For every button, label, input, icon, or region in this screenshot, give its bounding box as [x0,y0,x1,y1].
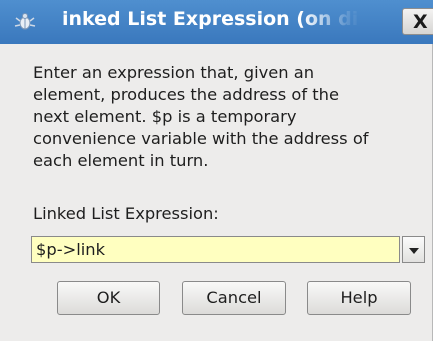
expression-label: Linked List Expression: [33,204,219,223]
instruction-line: element, produces the address of the [33,85,340,104]
expression-input[interactable] [31,236,400,263]
cancel-button[interactable]: Cancel [182,281,286,315]
instruction-line: convenience variable with the address of [33,129,369,148]
window-title: inked List Expression (on di [62,8,359,30]
linked-list-expression-dialog: inked List Expression (on di X Enter an … [0,0,433,341]
title-bar[interactable]: inked List Expression (on di X [0,0,433,44]
instruction-text: Enter an expression that, given an eleme… [33,62,423,172]
expression-combobox[interactable] [31,236,425,263]
chevron-down-icon [409,248,419,254]
close-icon: X [413,11,428,33]
ok-button[interactable]: OK [57,281,160,315]
debugger-bug-icon [14,12,36,32]
close-button[interactable]: X [402,8,433,35]
instruction-line: each element in turn. [33,151,209,170]
help-button[interactable]: Help [307,281,411,315]
instruction-line: Enter an expression that, given an [33,63,315,82]
expression-dropdown-button[interactable] [402,236,425,263]
instruction-line: next element. $p is a temporary [33,107,297,126]
